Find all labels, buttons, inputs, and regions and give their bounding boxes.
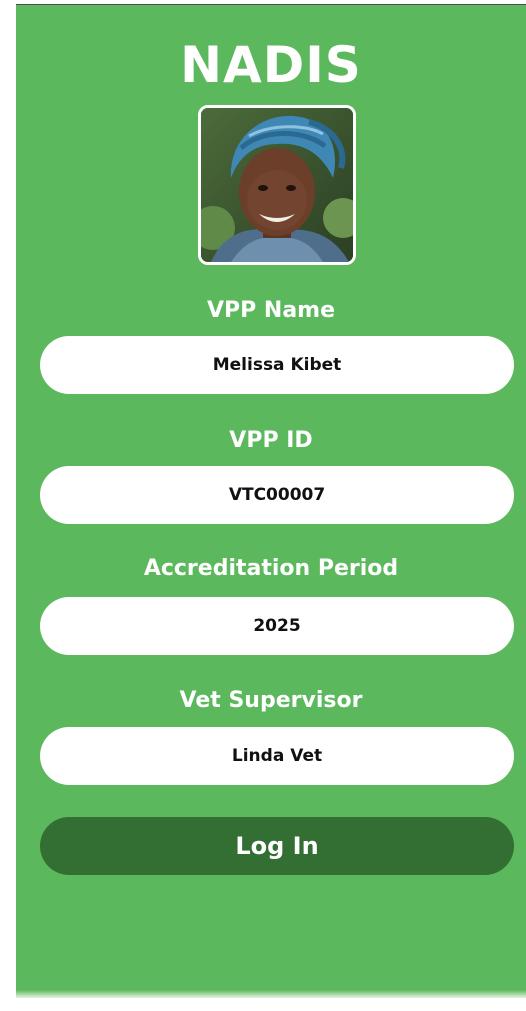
app-screen: NADIS VPP Name Melissa Kibet VPP ID VTC0… xyxy=(16,4,526,997)
bottom-divider xyxy=(16,990,526,998)
profile-photo xyxy=(198,105,356,265)
login-button[interactable]: Log In xyxy=(40,817,514,875)
vpp-name-label: VPP Name xyxy=(206,298,336,323)
vpp-id-field[interactable]: VTC00007 xyxy=(40,466,514,524)
profile-photo-image xyxy=(201,108,353,262)
vpp-name-field[interactable]: Melissa Kibet xyxy=(40,336,514,394)
app-title: NADIS xyxy=(180,36,362,94)
accreditation-period-label: Accreditation Period xyxy=(143,556,399,581)
vet-supervisor-label: Vet Supervisor xyxy=(179,688,363,713)
vet-supervisor-field[interactable]: Linda Vet xyxy=(40,727,514,785)
vpp-id-label: VPP ID xyxy=(229,428,313,453)
accreditation-period-field[interactable]: 2025 xyxy=(40,597,514,655)
